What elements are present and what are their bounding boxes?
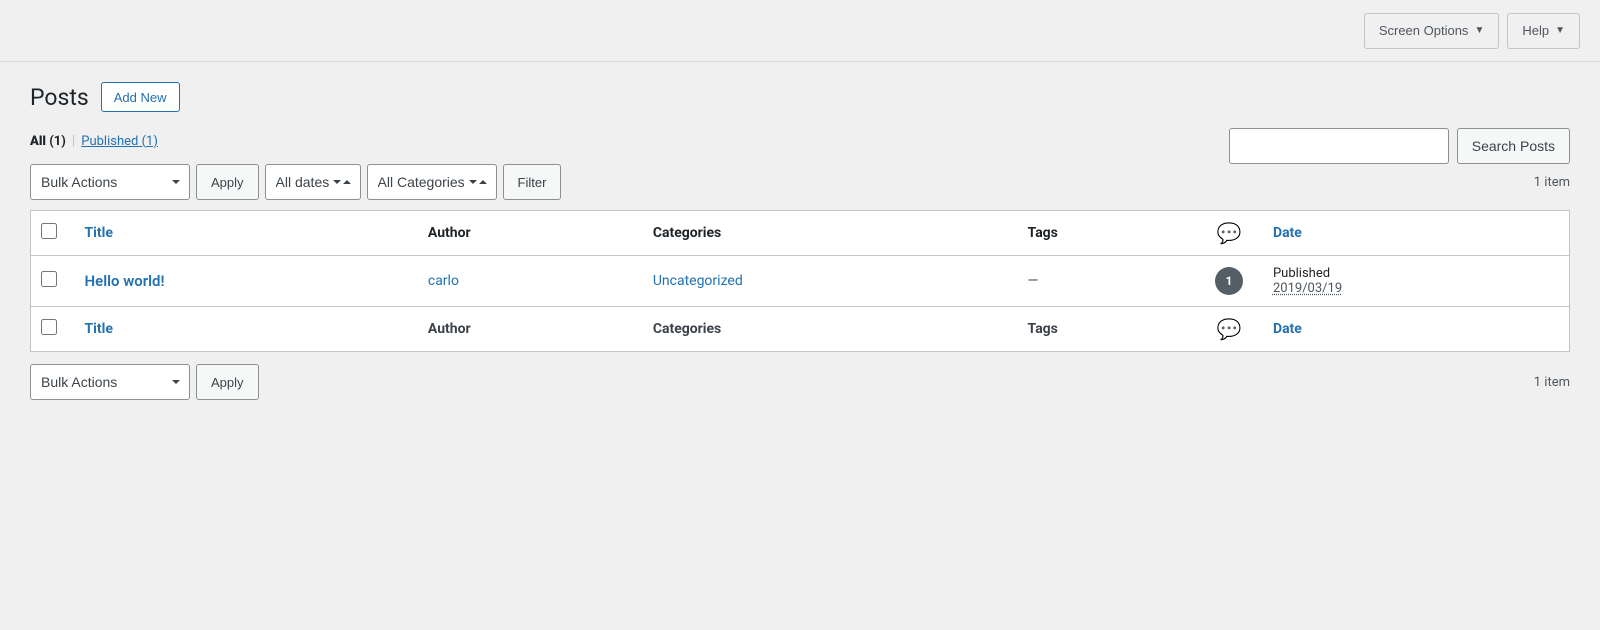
item-count-bottom: 1 item [1534,375,1570,390]
post-category-link[interactable]: Uncategorized [653,273,743,289]
screen-options-chevron-icon: ▼ [1474,25,1484,36]
header-date-col: Date [1259,211,1570,256]
help-button[interactable]: Help ▼ [1507,13,1580,49]
footer-title-col: Title [71,307,414,352]
author-column-header: Author [428,225,471,241]
apply-button-top[interactable]: Apply [196,164,259,200]
search-posts-button[interactable]: Search Posts [1457,128,1570,164]
post-status: Published [1273,266,1555,281]
bulk-actions-select-top[interactable]: Bulk Actions Edit Move to Trash [30,164,190,200]
help-label: Help [1522,23,1549,38]
title-column-header[interactable]: Title [85,225,113,241]
table-header: Title Author Categories Tags 💬 [31,211,1570,256]
comment-count-link[interactable]: 1 [1215,267,1243,295]
header-comments-col: 💬 [1199,211,1259,256]
filter-separator: | [72,133,75,149]
main-content: Posts Add New All (1) | Published (1) Se… [0,62,1600,430]
footer-tags-header: Tags [1028,321,1058,337]
table-footer: Title Author Categories Tags 💬 [31,307,1570,352]
row-checkbox-col [31,256,71,307]
header-title-col: Title [71,211,414,256]
filter-left: Bulk Actions Edit Move to Trash Apply Al… [30,164,561,200]
page-header: Posts Add New [30,82,1570,112]
search-area: Search Posts [1229,128,1570,164]
bottom-toolbar: Bulk Actions Edit Move to Trash Apply 1 … [30,364,1570,400]
comment-badge-cell: 1 [1213,267,1245,295]
footer-author-header: Author [428,321,471,337]
top-bar: Screen Options ▼ Help ▼ [0,0,1600,62]
header-row: All (1) | Published (1) Search Posts [30,128,1570,164]
row-category-col: Uncategorized [639,256,1014,307]
footer-author-col: Author [414,307,639,352]
header-tags-col: Tags [1014,211,1199,256]
page-title: Posts [30,84,89,111]
footer-date-header[interactable]: Date [1273,321,1302,337]
categories-select[interactable]: All Categories [367,164,497,200]
bottom-filter-left: Bulk Actions Edit Move to Trash Apply [30,364,259,400]
filter-published-link[interactable]: Published (1) [81,134,158,149]
apply-button-bottom[interactable]: Apply [196,364,259,400]
tags-column-header: Tags [1028,225,1058,241]
header-categories-col: Categories [639,211,1014,256]
footer-date-col: Date [1259,307,1570,352]
row-author-col: carlo [414,256,639,307]
row-title-col: Hello world! [71,256,414,307]
table-body: Hello world! carlo Uncategorized — 1 [31,256,1570,307]
date-column-header[interactable]: Date [1273,225,1302,241]
footer-categories-col: Categories [639,307,1014,352]
row-checkbox[interactable] [41,271,57,287]
categories-column-header: Categories [653,225,721,241]
row-comments-col: 1 [1199,256,1259,307]
bulk-actions-select-bottom[interactable]: Bulk Actions Edit Move to Trash [30,364,190,400]
comment-badge: 1 [1215,267,1243,295]
screen-options-button[interactable]: Screen Options ▼ [1364,13,1500,49]
top-toolbar: Bulk Actions Edit Move to Trash Apply Al… [30,164,1570,200]
comment-icon-header: 💬 [1217,221,1242,245]
dates-select[interactable]: All dates [265,164,361,200]
posts-table: Title Author Categories Tags 💬 [30,210,1570,352]
comment-icon-footer: 💬 [1217,317,1242,341]
search-input[interactable] [1229,128,1449,164]
select-all-checkbox[interactable] [41,223,57,239]
item-count-top: 1 item [1534,175,1570,190]
post-date: 2019/03/19 [1273,281,1555,296]
header-checkbox-col [31,211,71,256]
table-footer-row: Title Author Categories Tags 💬 [31,307,1570,352]
table-row: Hello world! carlo Uncategorized — 1 [31,256,1570,307]
help-chevron-icon: ▼ [1555,25,1565,36]
comment-count: 1 [1226,274,1233,288]
post-title-link[interactable]: Hello world! [85,272,165,290]
add-new-button[interactable]: Add New [101,82,180,112]
footer-checkbox-col [31,307,71,352]
row-date-col: Published 2019/03/19 [1259,256,1570,307]
table-header-row: Title Author Categories Tags 💬 [31,211,1570,256]
header-author-col: Author [414,211,639,256]
filter-links: All (1) | Published (1) [30,133,158,149]
row-tags-col: — [1014,256,1199,307]
footer-tags-col: Tags [1014,307,1199,352]
footer-categories-header: Categories [653,321,721,337]
screen-options-label: Screen Options [1379,23,1469,38]
footer-title-header[interactable]: Title [85,321,113,337]
post-author-link[interactable]: carlo [428,273,459,289]
filter-all-link[interactable]: All (1) [30,134,66,149]
footer-select-all-checkbox[interactable] [41,319,57,335]
footer-comments-col: 💬 [1199,307,1259,352]
filter-button[interactable]: Filter [503,164,562,200]
posts-table-wrapper: Title Author Categories Tags 💬 [30,210,1570,352]
